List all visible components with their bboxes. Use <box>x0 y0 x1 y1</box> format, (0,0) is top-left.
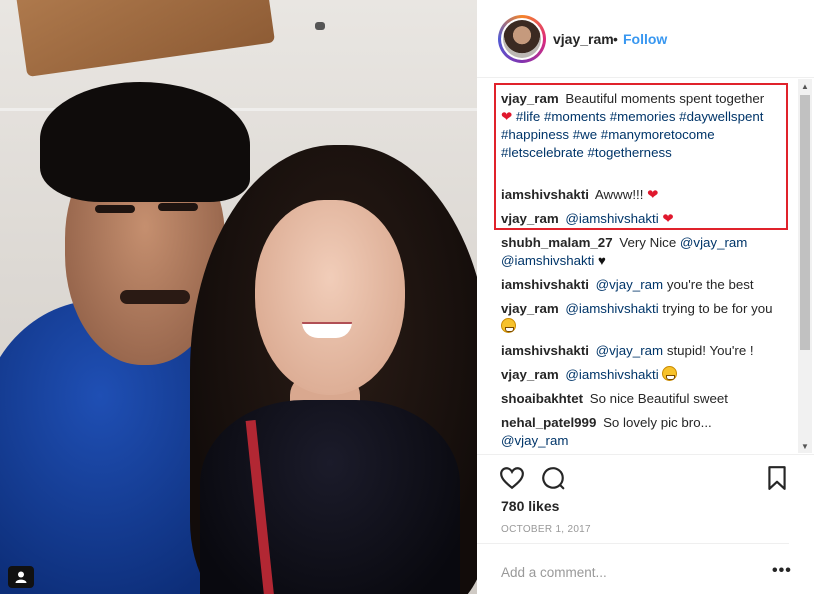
woman-top <box>200 400 460 594</box>
comment-username[interactable]: iamshivshakti <box>501 187 589 202</box>
post-actions <box>477 454 814 498</box>
comment-mention[interactable]: @vjay_ram <box>501 433 568 448</box>
post-sidebar: vjay_ram • Follow vjay_ram Beautiful mom… <box>477 0 814 594</box>
list-item: nehal_patel999 So lovely pic bro... @vja… <box>501 414 773 450</box>
scroll-up-arrow-icon[interactable]: ▲ <box>798 79 812 93</box>
caption-hashtags[interactable]: #life #moments #memories #daywellspent #… <box>501 109 763 160</box>
more-options-button[interactable]: ••• <box>772 562 792 580</box>
comment-mention[interactable]: @iamshivshakti <box>565 367 658 382</box>
heart-emoji-icon: ❤ <box>501 109 513 124</box>
list-item: iamshivshakti @vjay_ram stupid! You're ! <box>501 342 773 360</box>
add-comment-input[interactable] <box>501 563 741 581</box>
likes-count[interactable]: 780 likes <box>501 498 559 514</box>
post-date: OCTOBER 1, 2017 <box>501 524 591 535</box>
heart-emoji-icon: ❤ <box>662 211 674 226</box>
list-item: shubh_malam_27 Very Nice @vjay_ram @iams… <box>501 234 773 270</box>
ceiling-camera <box>315 22 325 30</box>
follow-button[interactable]: Follow <box>623 31 667 47</box>
man-eyebrow-right <box>158 203 198 211</box>
list-item: shoaibakhtet So nice Beautiful sweet <box>501 390 773 408</box>
list-item: iamshivshakti Awww!!! ❤ <box>501 186 773 204</box>
grinning-face-icon <box>501 318 516 333</box>
comments-list[interactable]: vjay_ram Beautiful moments spent togethe… <box>477 78 807 454</box>
list-item: iamshivshakti @vjay_ram you're the best <box>501 276 773 294</box>
comments-scrollbar[interactable]: ▲ ▼ <box>798 79 812 453</box>
list-item: vjay_ram @iamshivshakti ❤ <box>501 210 773 228</box>
comment-username[interactable]: iamshivshakti <box>501 277 589 292</box>
heart-outline-icon[interactable] <box>499 465 525 491</box>
comment-username[interactable]: shoaibakhtet <box>501 391 583 406</box>
comment-mention[interactable]: @iamshivshakti <box>565 301 658 316</box>
comment-username[interactable]: vjay_ram <box>501 301 559 316</box>
post-header: vjay_ram • Follow <box>477 0 814 78</box>
comment-username[interactable]: nehal_patel999 <box>501 415 596 430</box>
caption: vjay_ram Beautiful moments spent togethe… <box>501 90 773 162</box>
list-item: vjay_ram @iamshivshakti trying to be for… <box>501 300 773 336</box>
avatar[interactable] <box>498 15 546 63</box>
comment-text: Very Nice <box>619 235 677 250</box>
comment-bar: ••• <box>477 543 792 594</box>
caption-text: Beautiful moments spent together <box>565 91 765 106</box>
comment-text: So nice Beautiful sweet <box>589 391 728 406</box>
comment-text: Awww!!! <box>594 187 644 202</box>
comment-text: trying to be for you <box>662 301 773 316</box>
heart-emoji-icon: ❤ <box>647 187 659 202</box>
comment-mention[interactable]: @vjay_ram <box>596 343 663 358</box>
hugging-face-icon <box>662 366 678 381</box>
man-moustache <box>120 290 190 304</box>
bookmark-icon[interactable] <box>764 465 790 491</box>
post-photo[interactable] <box>0 0 477 594</box>
avatar-image <box>503 20 541 58</box>
comment-text: you're the best <box>666 277 754 292</box>
comment-username[interactable]: vjay_ram <box>501 367 559 382</box>
comment-text: stupid! You're ! <box>666 343 754 358</box>
list-item: vjay_ram @iamshivshakti <box>501 366 773 384</box>
woman-face <box>255 200 405 395</box>
header-username[interactable]: vjay_ram <box>553 31 614 47</box>
comment-bubble-icon[interactable] <box>540 465 566 491</box>
caption-username[interactable]: vjay_ram <box>501 91 559 106</box>
scrollbar-thumb[interactable] <box>800 95 810 350</box>
ceiling-beam <box>14 0 276 77</box>
man-eyebrow-left <box>95 205 135 213</box>
comment-username[interactable]: iamshivshakti <box>501 343 589 358</box>
black-heart-emoji-icon: ♥ <box>598 253 606 268</box>
comment-text: So lovely pic bro... <box>603 415 712 430</box>
header-separator: • <box>613 31 618 47</box>
comment-mention[interactable]: @vjay_ram <box>596 277 663 292</box>
man-hair <box>40 82 250 202</box>
scroll-down-arrow-icon[interactable]: ▼ <box>798 439 812 453</box>
comment-username[interactable]: shubh_malam_27 <box>501 235 613 250</box>
comment-username[interactable]: vjay_ram <box>501 211 559 226</box>
user-tag-icon[interactable] <box>8 566 34 588</box>
comment-mention[interactable]: @iamshivshakti <box>565 211 658 226</box>
